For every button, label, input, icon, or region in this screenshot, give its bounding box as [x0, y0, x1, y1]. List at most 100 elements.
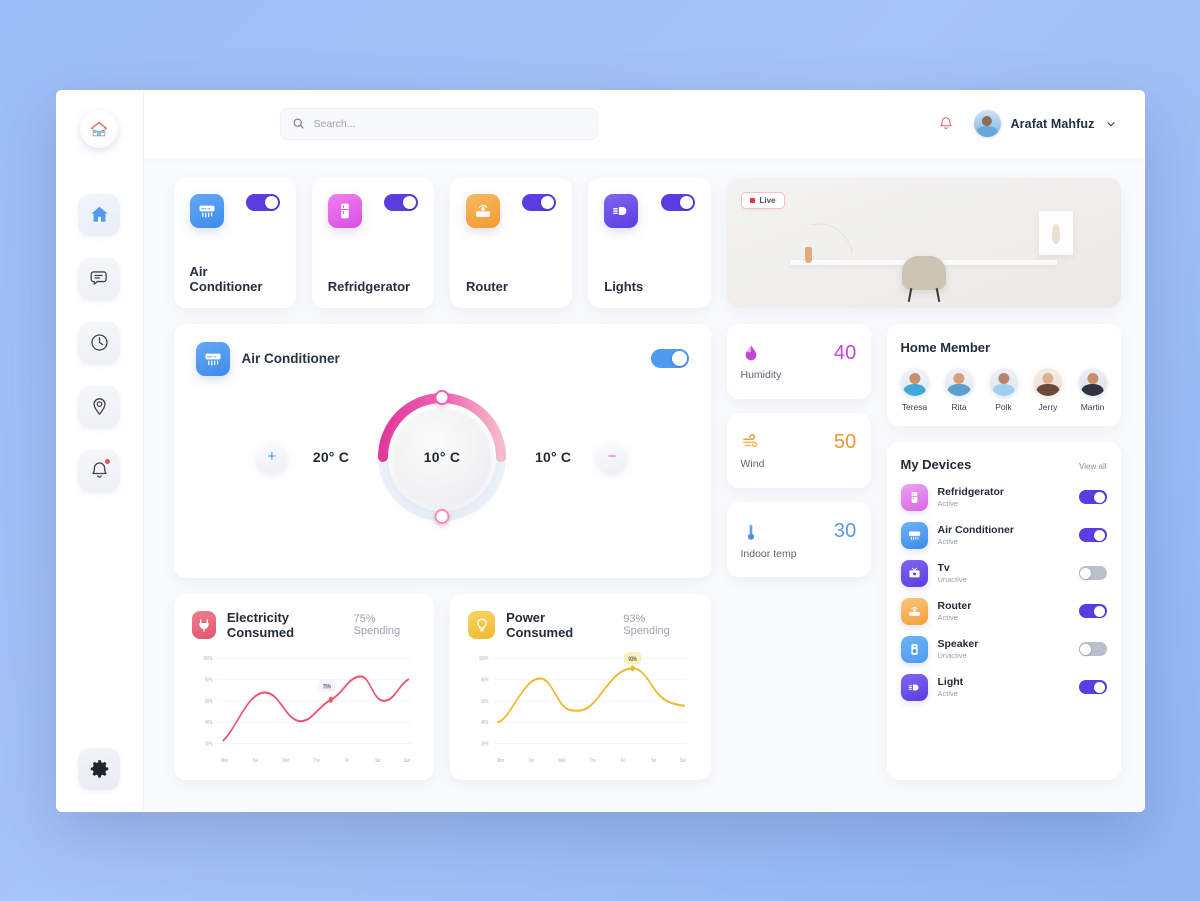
x-tick-label: Sat: [375, 757, 381, 763]
gear-icon: [90, 760, 108, 778]
refrigerator-glyph: [911, 491, 917, 503]
ac-panel-header: Air Conditioner: [195, 341, 689, 376]
member-item[interactable]: Martin: [1078, 367, 1107, 412]
member-item[interactable]: Polk: [989, 367, 1018, 412]
device-row[interactable]: Light Active: [900, 670, 1107, 705]
x-tick-labels: Mon Tue Wed Thu Fri Sat Sun: [497, 757, 686, 763]
quick-device-header: [466, 193, 557, 228]
search-input[interactable]: [313, 117, 586, 130]
device-texts: Tv Unactive: [938, 562, 967, 584]
device-toggle[interactable]: [1078, 642, 1107, 656]
y-tick-label: 20%: [481, 740, 488, 746]
ac-right-temperature: 10° C: [535, 448, 572, 465]
quick-device-header: [327, 193, 418, 228]
view-all-link[interactable]: View all: [1079, 462, 1106, 471]
device-row[interactable]: Refridgerator Active: [900, 480, 1107, 515]
chart-gridlines: [493, 657, 688, 744]
x-tick-label: Thu: [313, 757, 319, 763]
x-tick-label: Thu: [589, 757, 595, 763]
member-item[interactable]: Rita: [945, 367, 973, 412]
bulb-glyph: [476, 618, 487, 632]
chart-subtitle: 93% Spending: [623, 612, 670, 637]
sidebar-item-history[interactable]: [78, 321, 120, 364]
member-item[interactable]: Jerry: [1034, 367, 1062, 412]
member-item[interactable]: Teresa: [900, 367, 929, 412]
main-area: Arafat Mahfuz: [143, 89, 1145, 812]
ac-temperature-control: + 20° C 10° C 10° C −: [196, 389, 689, 524]
location-icon: [92, 398, 106, 415]
refrigerator-icon: [900, 483, 928, 511]
quick-device-label: Router: [466, 278, 508, 294]
temperature-decrease-button[interactable]: −: [597, 441, 628, 472]
app-window: Arafat Mahfuz: [55, 89, 1145, 812]
my-devices-list: Refridgerator Active Air Conditioner Act…: [900, 480, 1107, 705]
x-tick-label: Fri: [345, 757, 349, 763]
notifications-button[interactable]: [935, 113, 957, 135]
chart-title: Electricity Consumed: [226, 609, 295, 640]
device-name: Router: [937, 600, 972, 612]
live-badge: Live: [740, 191, 785, 209]
router-icon: [900, 597, 928, 625]
sensor-card-indoor-temp: 30 Indoor temp: [726, 502, 871, 578]
device-toggle[interactable]: [1078, 490, 1107, 504]
sidebar: [55, 89, 144, 812]
device-status: Active: [937, 613, 958, 622]
quick-device-header: [604, 193, 695, 228]
device-name: Refridgerator: [937, 486, 1005, 498]
quick-device-card[interactable]: Router: [450, 177, 573, 308]
device-row[interactable]: Tv Unactive: [900, 556, 1107, 591]
wind-glyph: [742, 434, 757, 448]
x-tick-label: Sun: [680, 757, 687, 763]
device-toggle[interactable]: [1078, 528, 1107, 542]
x-tick-label: Tue: [252, 757, 258, 763]
sensor-top-row: 40: [741, 341, 857, 365]
sidebar-nav: [78, 193, 120, 492]
temperature-gauge[interactable]: 10° C: [375, 389, 509, 524]
device-name: Tv: [937, 562, 950, 574]
device-toggle[interactable]: [1078, 680, 1107, 694]
quick-device-card[interactable]: Lights: [588, 177, 711, 308]
device-row[interactable]: Speaker Unactive: [900, 632, 1107, 667]
user-name: Arafat Mahfuz: [1010, 116, 1095, 131]
quick-device-card[interactable]: Refridgerator: [311, 177, 434, 308]
device-texts: Router Active: [938, 600, 972, 622]
quick-device-card[interactable]: Air Conditioner: [173, 177, 296, 308]
home-logo-icon[interactable]: [80, 109, 118, 148]
user-menu[interactable]: Arafat Mahfuz: [973, 110, 1117, 137]
light-icon: [604, 193, 639, 228]
quick-device-toggle[interactable]: [384, 193, 418, 211]
ac-power-toggle[interactable]: [650, 349, 689, 368]
device-row[interactable]: Air Conditioner Active: [900, 518, 1107, 553]
member-name: Jerry: [1038, 401, 1058, 412]
device-status: Active: [937, 499, 958, 508]
gauge-handle-bottom[interactable]: [434, 508, 450, 524]
house-logo-glyph: [91, 121, 107, 136]
device-toggle[interactable]: [1078, 604, 1107, 618]
my-devices-card: My Devices View all Refridgerator Active…: [886, 441, 1121, 780]
gauge-handle-top[interactable]: [434, 389, 450, 405]
y-tick-label: 100%: [479, 655, 488, 661]
clock-icon: [90, 334, 108, 351]
quick-device-toggle[interactable]: [245, 193, 280, 211]
bell-icon: [940, 117, 952, 130]
quick-device-toggle[interactable]: [522, 193, 557, 211]
sensor-cards: 40 Humidity 50 Wind 30 Indoor temp: [726, 323, 871, 578]
device-toggle[interactable]: [1078, 566, 1107, 580]
sidebar-item-location[interactable]: [78, 385, 120, 428]
device-status: Active: [937, 689, 958, 698]
search-bar[interactable]: [279, 107, 598, 140]
quick-device-toggle[interactable]: [660, 193, 695, 211]
device-status: Active: [937, 537, 958, 546]
live-camera-card[interactable]: Live: [726, 177, 1121, 308]
sidebar-item-home[interactable]: [78, 193, 120, 236]
temperature-increase-button[interactable]: +: [256, 441, 287, 472]
device-texts: Speaker Unactive: [938, 638, 979, 660]
sidebar-item-notifications[interactable]: [78, 449, 120, 492]
speaker-icon: [900, 635, 928, 663]
power-consumed-chart: Power Consumed 93% Spending 100% 80% 60%…: [450, 593, 711, 780]
home-member-title: Home Member: [900, 339, 991, 355]
device-row[interactable]: Router Active: [900, 594, 1107, 629]
sidebar-item-settings[interactable]: [78, 747, 120, 790]
sidebar-item-messages[interactable]: [78, 257, 120, 300]
y-tick-label: 100%: [203, 655, 212, 661]
